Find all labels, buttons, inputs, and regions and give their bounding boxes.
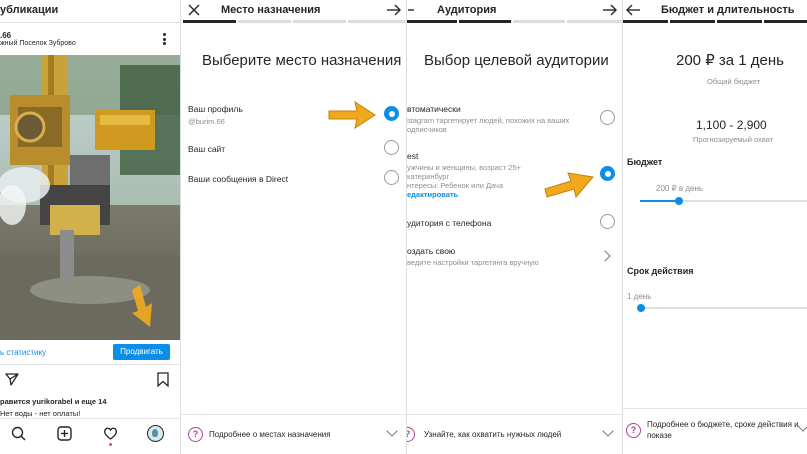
next-arrow-icon[interactable] (603, 4, 617, 16)
budget-value: 200 ₽ в день (656, 184, 704, 193)
post-photo (0, 55, 180, 340)
search-icon[interactable] (11, 426, 26, 441)
option-sub: одписчиков (407, 125, 447, 134)
option-sub: ведите настройки таргетинга вручную (407, 258, 539, 267)
progress-step-1 (407, 20, 457, 23)
profile-avatar[interactable] (147, 425, 164, 442)
progress-step-4 (567, 20, 622, 23)
progress-step-3 (293, 20, 346, 23)
close-icon[interactable] (188, 4, 200, 16)
option-sub: ужчины и женщины, возраст 25+ (407, 163, 521, 172)
option-sub: stagram таргетирует людей, похожих на ва… (407, 116, 570, 125)
footer-text-line1: Подробнее о бюджете, сроке действия и (647, 420, 799, 429)
progress-step-2 (670, 20, 715, 23)
more-options-icon[interactable] (163, 33, 167, 45)
pointer-arrow-icon (328, 100, 376, 130)
budget-caption: Общий бюджет (707, 77, 761, 86)
new-post-icon[interactable] (57, 426, 72, 441)
duration-heading: Срок действия (627, 266, 694, 276)
page-title: Аудитория (437, 4, 497, 16)
page-title: Бюджет и длительность (661, 4, 795, 16)
progress-step-2 (459, 20, 511, 23)
progress-step-4 (348, 20, 405, 23)
progress-step-1 (623, 20, 668, 23)
post-username[interactable]: .66 (0, 31, 11, 40)
footer-text: Узнайте, как охватить нужных людей (424, 430, 562, 439)
help-footer[interactable]: ? Подробнее о бюджете, сроке действия и … (623, 408, 807, 454)
chevron-down-icon (797, 420, 807, 432)
help-footer[interactable]: ? Узнайте, как охватить нужных людей (407, 414, 622, 454)
budget-summary: 200 ₽ за 1 день (676, 52, 784, 69)
slider-thumb[interactable] (675, 197, 683, 205)
reach-caption: Прогнозируемый охват (693, 135, 774, 144)
help-footer[interactable]: ? Подробнее о местах назначения (181, 414, 406, 454)
option-sub: @burim.66 (188, 117, 225, 126)
audience-option-auto[interactable]: втоматически stagram таргетирует людей, … (407, 98, 622, 140)
progress-step-4 (764, 20, 807, 23)
post-location[interactable]: жный Поселок Зуброво (0, 40, 76, 47)
help-icon: ? (626, 423, 641, 438)
duration-value: 1 день (627, 292, 652, 301)
audience-option-phone[interactable]: удитория с телефона (407, 210, 622, 236)
chevron-down-icon (386, 425, 398, 437)
post-caption: Нет воды - нет оплаты! (0, 409, 81, 418)
destination-panel: Место назначения Выберите место назначен… (180, 0, 406, 454)
duration-slider[interactable] (637, 303, 807, 313)
option-label: est (407, 151, 419, 161)
share-icon[interactable] (5, 373, 19, 386)
budget-heading: Бюджет (627, 157, 663, 167)
edit-link[interactable]: едактировать (407, 190, 458, 199)
chevron-down-icon (602, 425, 614, 437)
radio-unselected[interactable] (384, 170, 399, 185)
progress-step-3 (717, 20, 762, 23)
option-label: удитория с телефона (407, 218, 492, 228)
destination-option-site[interactable]: Ваш сайт (181, 136, 406, 166)
slider-fill (640, 200, 679, 202)
budget-slider[interactable] (640, 196, 807, 206)
footer-text-line2: показе (647, 431, 672, 440)
option-label: Ваш сайт (188, 144, 226, 154)
next-arrow-icon[interactable] (387, 4, 401, 16)
likes-text[interactable]: равится yurikorabel и еще 14 (0, 397, 107, 406)
option-label: Ваш профиль (188, 104, 243, 114)
radio-selected[interactable] (384, 106, 399, 121)
footer-text: Подробнее о местах назначения (209, 430, 331, 439)
radio-unselected[interactable] (600, 214, 615, 229)
activity-dot (109, 443, 112, 446)
help-icon: ? (188, 427, 203, 442)
audience-panel: Аудитория Выбор целевой аудитории втомат… (406, 0, 622, 454)
back-arrow-icon[interactable] (626, 4, 640, 16)
radio-unselected[interactable] (384, 140, 399, 155)
slider-thumb[interactable] (637, 304, 645, 312)
chevron-right-icon (599, 250, 611, 262)
activity-heart-icon[interactable] (103, 426, 118, 441)
section-heading: Выбор целевой аудитории (424, 52, 609, 69)
section-heading: Выберите место назначения (202, 52, 402, 69)
page-title: Место назначения (221, 4, 321, 16)
help-icon: ? (407, 427, 415, 442)
reach-estimate: 1,100 - 2,900 (696, 118, 767, 132)
option-label: втоматически (407, 104, 461, 114)
back-arrow-icon[interactable] (408, 4, 414, 16)
view-stats-link[interactable]: ь статистику (0, 348, 46, 357)
option-label: Ваши сообщения в Direct (188, 174, 289, 184)
option-sub: катеринбург (407, 172, 450, 181)
progress-step-1 (183, 20, 236, 23)
progress-step-2 (238, 20, 291, 23)
pointer-arrow-icon (544, 172, 594, 199)
promote-button[interactable]: Продвигать (113, 344, 170, 360)
radio-selected[interactable] (600, 166, 615, 181)
page-title: убликации (0, 4, 59, 16)
post-panel: убликации .66 жный Поселок Зуброво ь ста… (0, 0, 180, 454)
radio-unselected[interactable] (600, 110, 615, 125)
budget-panel: Бюджет и длительность 200 ₽ за 1 день Об… (622, 0, 807, 454)
progress-step-3 (513, 20, 565, 23)
audience-option-create[interactable]: оздать свою ведите настройки таргетинга … (407, 240, 622, 274)
option-sub: нтересы: Ребенок или Дача (407, 181, 504, 190)
destination-option-direct[interactable]: Ваши сообщения в Direct (181, 166, 406, 196)
bookmark-icon[interactable] (157, 372, 169, 387)
option-label: оздать свою (407, 246, 456, 256)
